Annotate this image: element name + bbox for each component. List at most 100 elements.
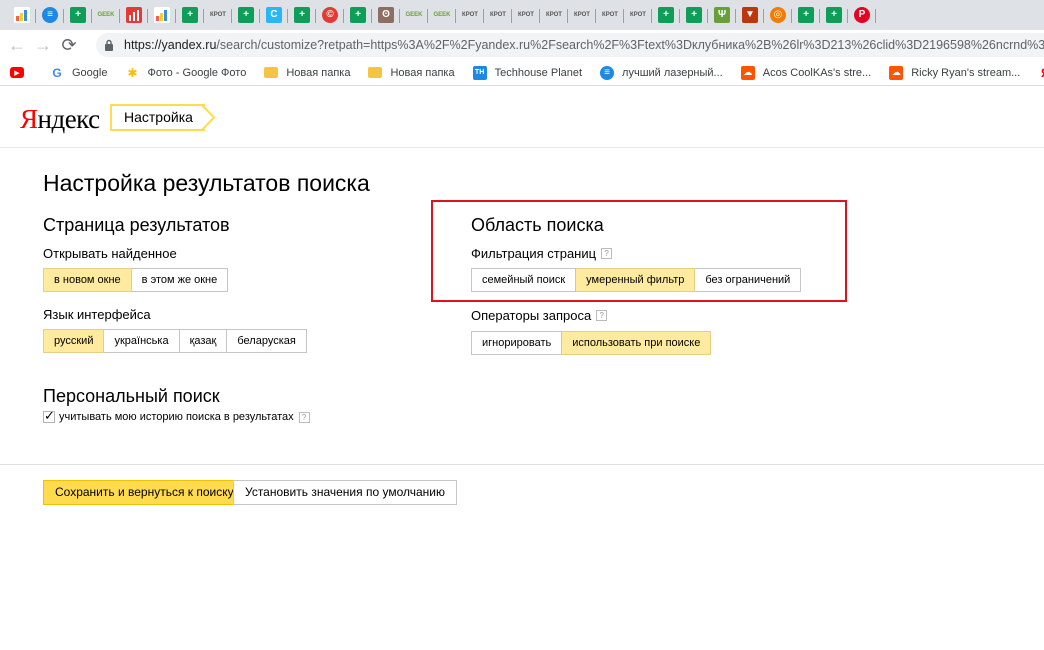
open-found-option[interactable]: в новом окне	[43, 268, 132, 292]
doc-icon: +	[182, 7, 198, 23]
krot-icon: КРОТ	[602, 12, 618, 18]
browser-tab[interactable]: GEEK	[400, 1, 428, 29]
browser-tab[interactable]: КРОТ	[624, 1, 652, 29]
breadcrumb: Настройка	[110, 104, 205, 131]
query-operators-option[interactable]: игнорировать	[471, 331, 563, 355]
bookmark-item[interactable]: ≡ лучший лазерный...	[600, 65, 723, 80]
doc-icon: +	[798, 7, 814, 23]
browser-tab[interactable]: P	[848, 1, 876, 29]
browser-tab[interactable]: +	[680, 1, 708, 29]
browser-tab[interactable]	[120, 1, 148, 29]
bookmark-label: Google	[72, 66, 108, 79]
bookmark-label: Techhouse Planet	[494, 66, 583, 79]
back-button[interactable]: ←	[4, 32, 30, 58]
highlight-box	[431, 200, 847, 302]
geek-icon: GEEK	[405, 12, 423, 18]
set-defaults-button[interactable]: Установить значения по умолчанию	[233, 480, 457, 505]
bookmark-label: лучший лазерный...	[622, 66, 723, 79]
browser-tab[interactable]: ©	[316, 1, 344, 29]
logo-rest: ндекс	[37, 104, 101, 134]
browser-tab[interactable]: КРОТ	[568, 1, 596, 29]
interface-language-option[interactable]: беларуская	[227, 329, 307, 353]
address-bar[interactable]: https://yandex.ru/search/customize?retpa…	[96, 33, 1044, 57]
browser-tab[interactable]: КРОТ	[456, 1, 484, 29]
browser-tab[interactable]: КРОТ	[484, 1, 512, 29]
forward-arrow-icon: →	[34, 34, 52, 55]
browser-tab[interactable]: C	[260, 1, 288, 29]
browser-tab[interactable]: +	[792, 1, 820, 29]
browser-tab[interactable]: ≡	[36, 1, 64, 29]
help-icon[interactable]: ?	[596, 310, 608, 321]
results-page-heading: Страница результатов	[43, 215, 230, 235]
open-found-label: Открывать найденное	[43, 246, 177, 261]
bookmark-item[interactable]: Новая папка	[368, 66, 455, 79]
browser-tab[interactable]: Ψ	[708, 1, 736, 29]
browser-tab[interactable]: ▼	[736, 1, 764, 29]
chat-icon: ≡	[42, 7, 58, 23]
browser-tab[interactable]: +	[176, 1, 204, 29]
history-checkbox-row[interactable]: учитывать мою историю поиска в результат…	[43, 408, 310, 424]
help-icon[interactable]: ?	[298, 411, 310, 423]
bookmark-label: Новая папка	[390, 66, 455, 79]
browser-tab[interactable]	[8, 1, 36, 29]
browser-tab[interactable]: +	[344, 1, 372, 29]
lock-icon	[104, 38, 114, 52]
browser-tab[interactable]: +	[232, 1, 260, 29]
bookmark-label: Фото - Google Фото	[147, 66, 247, 79]
yandex-metrica-icon	[154, 7, 170, 23]
google-photos-icon: ✱	[127, 65, 138, 80]
bookmark-item[interactable]: G Google	[50, 66, 107, 80]
forward-button[interactable]: →	[30, 32, 56, 58]
query-operators-selector: игнорировать использовать при поиске	[471, 331, 712, 355]
c-icon: C	[266, 7, 282, 23]
bookmark-item[interactable]: TH Techhouse Planet	[472, 65, 583, 80]
bookmark-item[interactable]: ☁ Ricky Ryan's stream...	[889, 65, 1020, 80]
browser-tab[interactable]: ʘ	[372, 1, 400, 29]
interface-language-option[interactable]: русский	[43, 329, 105, 353]
bookmark-item[interactable]: ▶	[10, 67, 32, 78]
browser-tab[interactable]: +	[820, 1, 848, 29]
interface-language-option[interactable]: қазақ	[179, 329, 228, 353]
open-found-option[interactable]: в этом же окне	[131, 268, 229, 292]
interface-language-selector: русский українська қазақ беларуская	[43, 329, 307, 353]
krot-icon: КРОТ	[490, 12, 506, 18]
url-host: https://yandex.ru	[124, 38, 217, 52]
history-checkbox[interactable]	[43, 408, 55, 424]
browser-tab[interactable]: GEEK	[92, 1, 120, 29]
interface-language-label: Язык интерфейса	[43, 307, 151, 322]
browser-tab[interactable]: +	[288, 1, 316, 29]
page-header: Яндекс Настройка	[0, 86, 1044, 148]
bookmark-item[interactable]: ☁ Acos CoolKAs's stre...	[740, 65, 871, 80]
browser-tab[interactable]: КРОТ	[512, 1, 540, 29]
bookmark-item[interactable]: ✱ Фото - Google Фото	[125, 66, 246, 80]
bookmarks-bar: ▶ G Google ✱ Фото - Google Фото Новая папка Но…	[0, 60, 1044, 86]
interface-language-option[interactable]: українська	[104, 329, 180, 353]
doc-icon: +	[294, 7, 310, 23]
yandex-logo[interactable]: Яндекс	[20, 104, 100, 134]
copyright-icon: ©	[322, 7, 338, 23]
save-and-return-button[interactable]: Сохранить и вернуться к поиску	[43, 480, 246, 505]
breadcrumb-arrow	[200, 104, 216, 131]
browser-tab[interactable]: КРОТ	[204, 1, 232, 29]
browser-tab[interactable]: +	[64, 1, 92, 29]
query-operators-option[interactable]: использовать при поиске	[562, 331, 712, 355]
browser-tab[interactable]	[148, 1, 176, 29]
divider	[0, 464, 1044, 465]
folder-icon	[368, 67, 383, 78]
youtube-icon: ▶	[10, 67, 24, 78]
browser-toolbar: ← → ⟳ https://yandex.ru/search/customize…	[0, 30, 1044, 60]
bookmark-item[interactable]: Новая папка	[264, 67, 350, 79]
reload-icon: ⟳	[61, 34, 77, 55]
browser-tab[interactable]: КРОТ	[540, 1, 568, 29]
folder-icon	[264, 67, 279, 78]
bookmark-item[interactable]: Ямультики онлайн...	[1038, 66, 1044, 80]
yandex-icon: Я	[1038, 66, 1044, 80]
reload-button[interactable]: ⟳	[56, 32, 82, 58]
browser-tab[interactable]: КРОТ	[596, 1, 624, 29]
browser-tab[interactable]: ◎	[764, 1, 792, 29]
open-found-selector: в новом окне в этом же окне	[43, 268, 229, 292]
browser-tab[interactable]: +	[652, 1, 680, 29]
palm-icon: Ψ	[714, 7, 730, 23]
krot-icon: КРОТ	[518, 12, 534, 18]
browser-tab[interactable]: GEEK	[428, 1, 456, 29]
